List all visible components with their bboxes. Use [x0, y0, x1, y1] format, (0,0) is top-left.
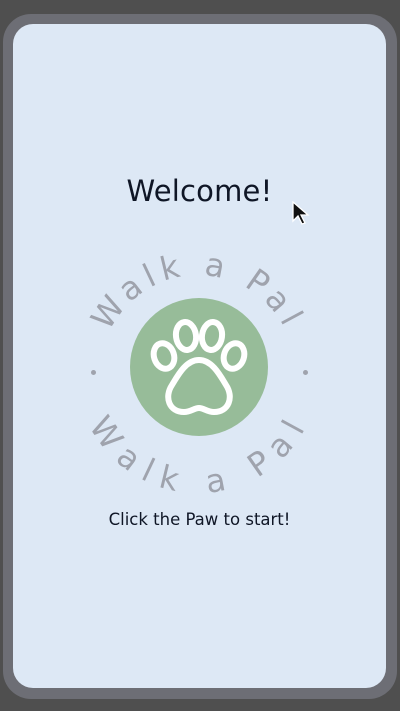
start-instruction: Click the Paw to start!	[108, 510, 291, 529]
paw-icon	[150, 319, 248, 415]
app-screen: Welcome! Walk a Pal Walk a Pal Click the…	[13, 24, 386, 688]
welcome-title: Welcome!	[126, 174, 273, 208]
badge-dot-left	[91, 370, 96, 375]
badge-dot-right	[303, 370, 308, 375]
mouse-pointer-icon	[292, 201, 310, 225]
paw-start-button[interactable]	[130, 298, 268, 436]
